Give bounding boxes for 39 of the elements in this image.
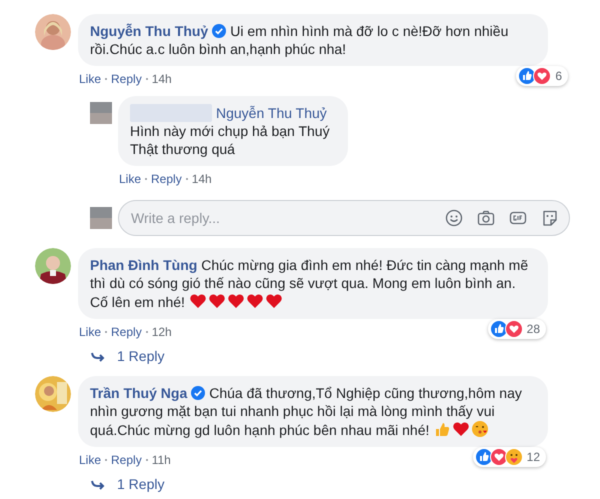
reply-field[interactable]: Write a reply...	[118, 200, 570, 236]
action-link[interactable]: Like	[79, 70, 102, 88]
gif-icon[interactable]	[509, 209, 527, 227]
avatar	[35, 248, 71, 284]
sticker-icon[interactable]	[541, 209, 559, 227]
replies-link[interactable]: 1 Reply	[90, 348, 164, 364]
action-link[interactable]: Reply	[111, 323, 142, 341]
timestamp: 14h	[152, 71, 172, 88]
timestamp: 12h	[152, 324, 172, 341]
camera-icon[interactable]	[477, 209, 495, 227]
reaction-badge[interactable]: 12	[472, 447, 546, 467]
action-link[interactable]: Reply	[151, 170, 182, 188]
timestamp: 11h	[152, 452, 171, 469]
comment-text: Trần Thuý Nga Chúa đã thương,Tổ Nghiệp cũng thương,hôm nay nhìn gương mặt bạn tui nhanh phục hồi lại mà lòng mình thấy vui quá.Chúc mừng gd luôn hạnh phúc bên nhau mãi nhé!	[90, 384, 523, 439]
author-name[interactable]: Phan Đình Tùng	[90, 257, 198, 273]
action-link[interactable]: Like	[119, 170, 142, 188]
avatar	[90, 102, 112, 124]
avatar	[35, 14, 71, 50]
comment-text: Phan Đình Tùng Chúc mừng gia đình em nhé! Đức tin càng mạnh mẽ thì dù có sóng gió thế nào cũng sẽ vượt qua. Mong em luôn bình an. Cố lên em nhé!	[90, 256, 530, 311]
author-name[interactable]: Trần Thuý Nga	[90, 385, 188, 401]
action-link[interactable]: Reply	[111, 451, 142, 469]
replies-link[interactable]: 1 Reply	[90, 476, 164, 492]
reaction-count: 6	[555, 68, 562, 85]
avatar	[35, 376, 71, 412]
author-name[interactable]: Nguyễn Thu Thuỷ	[216, 104, 327, 122]
action-link[interactable]: Like	[79, 323, 102, 341]
comment-text: Nguyễn Thu Thuỷ Ui em nhìn hình mà đỡ lo c nè!Đỡ hơn nhiều rồi.Chúc a.c luôn bình an,hạnh phúc nha!	[90, 22, 510, 58]
timestamp: 14h	[192, 171, 212, 188]
reaction-badge[interactable]: 6	[516, 66, 568, 86]
author-name[interactable]: Nguyễn Thu Thuỷ	[90, 23, 208, 39]
reaction-count: 28	[526, 321, 540, 338]
emoji-icon[interactable]	[445, 209, 463, 227]
action-link[interactable]: Reply	[111, 70, 142, 88]
comment-text: Hình này mới chụp hả bạn Thuý Thật thương quá	[130, 122, 331, 158]
reaction-count: 12	[526, 449, 540, 466]
reaction-badge[interactable]: 28	[488, 319, 546, 339]
avatar	[90, 207, 112, 229]
reply-input[interactable]: Write a reply...	[131, 208, 431, 228]
action-link[interactable]: Like	[79, 451, 102, 469]
